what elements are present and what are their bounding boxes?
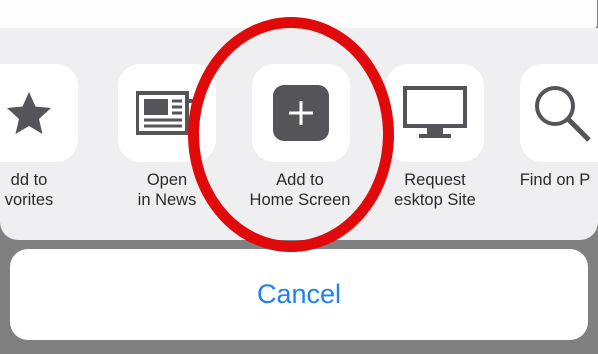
cancel-button[interactable]: Cancel (10, 249, 588, 340)
action-find-on-page[interactable] (520, 64, 598, 162)
magnifier-icon (535, 86, 591, 142)
star-icon (7, 92, 51, 134)
action-label: dd to vorites (4, 171, 54, 209)
action-label: Add to Home Screen (249, 171, 351, 209)
action-open-in-news[interactable] (118, 64, 216, 162)
action-label: Find on P (519, 171, 591, 189)
desktop-icon (403, 86, 467, 138)
action-add-to-favorites[interactable] (0, 64, 78, 162)
add-square-icon (273, 85, 329, 141)
share-sheet-top-row (0, 0, 597, 30)
action-request-desktop-site[interactable] (386, 64, 484, 162)
cancel-label: Cancel (256, 279, 342, 309)
action-add-to-home-screen[interactable] (252, 64, 350, 162)
action-label: Open in News (137, 171, 197, 209)
share-actions-panel: dd to vorites Open in News Add to Home S… (0, 28, 598, 240)
news-icon (136, 91, 197, 135)
